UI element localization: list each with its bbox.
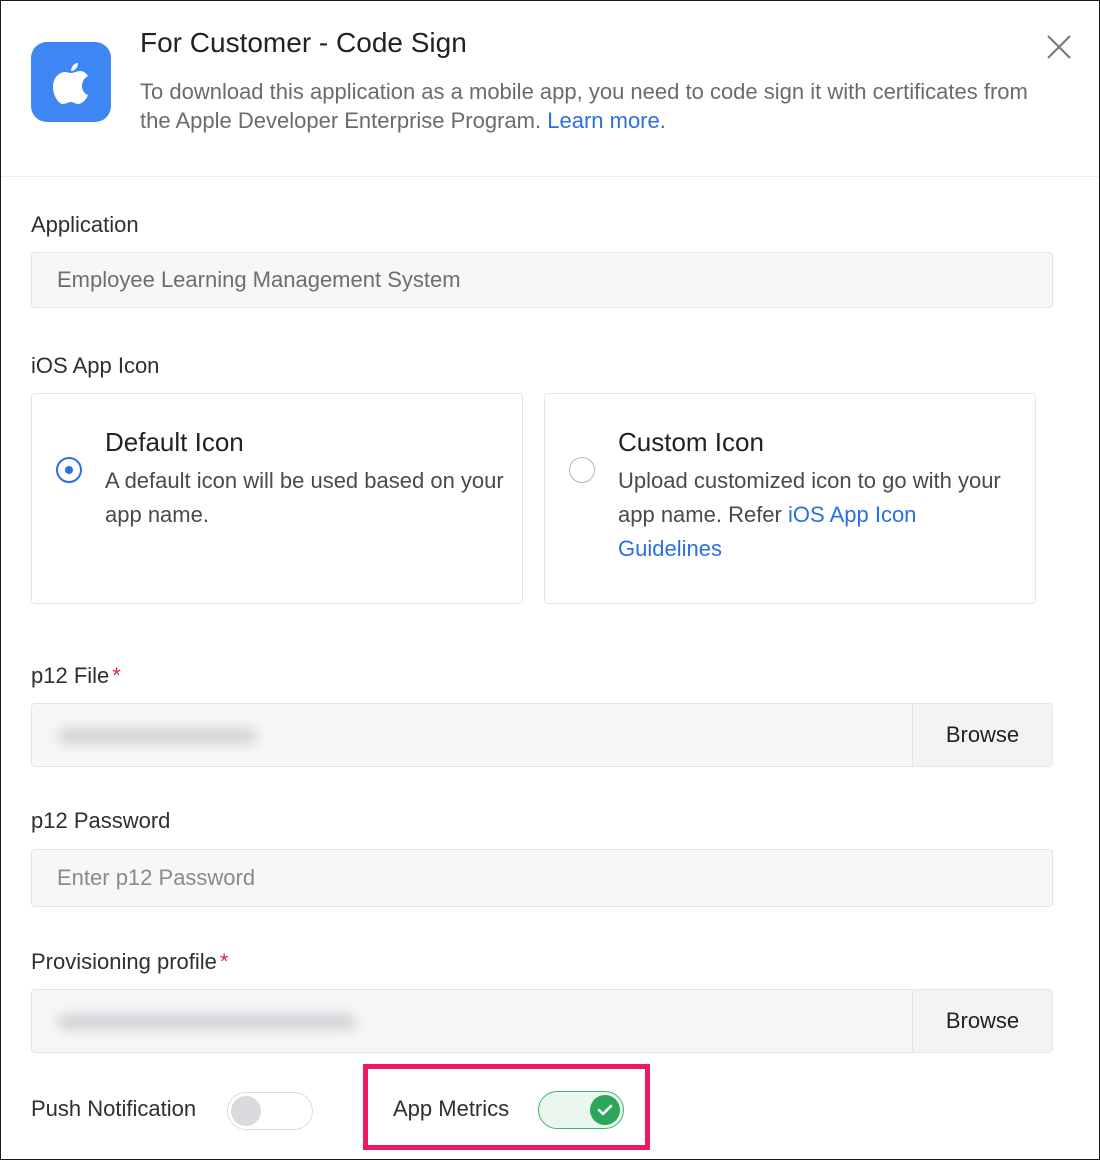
p12-file-label-text: p12 File bbox=[31, 663, 110, 688]
provisioning-profile-field[interactable]: Browse bbox=[31, 989, 1053, 1053]
provisioning-profile-label: Provisioning profile * bbox=[31, 949, 228, 975]
app-metrics-highlight-box bbox=[363, 1064, 650, 1150]
default-icon-description: A default icon will be used based on you… bbox=[105, 468, 504, 527]
application-field[interactable] bbox=[31, 252, 1053, 308]
toggle-knob bbox=[231, 1096, 261, 1126]
redacted-file-name bbox=[57, 728, 257, 744]
required-mark: * bbox=[219, 949, 229, 974]
push-notification-label: Push Notification bbox=[31, 1096, 197, 1121]
application-label: Application bbox=[31, 212, 139, 237]
code-sign-dialog: For Customer - Code Sign To download thi… bbox=[0, 0, 1100, 1160]
provisioning-profile-label-text: Provisioning profile bbox=[31, 949, 217, 974]
default-icon-option[interactable]: Default Icon A default icon will be used… bbox=[31, 393, 523, 604]
apple-logo-icon bbox=[31, 42, 111, 122]
p12-password-input[interactable] bbox=[32, 850, 1052, 906]
custom-icon-radio[interactable] bbox=[569, 457, 595, 483]
default-icon-radio[interactable] bbox=[56, 457, 82, 483]
default-icon-title: Default Icon bbox=[105, 427, 244, 457]
redacted-file-name bbox=[57, 1014, 357, 1030]
custom-icon-description: Upload customized icon to go with your a… bbox=[618, 464, 1018, 566]
learn-more-link[interactable]: Learn more. bbox=[547, 108, 666, 133]
application-input[interactable] bbox=[32, 253, 1052, 307]
required-mark: * bbox=[112, 663, 121, 688]
dialog-description: To download this application as a mobile… bbox=[140, 77, 1040, 135]
dialog-header: For Customer - Code Sign To download thi… bbox=[1, 1, 1099, 177]
p12-password-label: p12 Password bbox=[31, 808, 171, 833]
custom-icon-title: Custom Icon bbox=[618, 427, 764, 457]
provisioning-browse-button[interactable]: Browse bbox=[912, 990, 1052, 1052]
custom-icon-option[interactable]: Custom Icon Upload customized icon to go… bbox=[544, 393, 1036, 604]
p12-file-field[interactable]: Browse bbox=[31, 703, 1053, 767]
close-icon[interactable] bbox=[1043, 31, 1075, 63]
p12-password-field[interactable] bbox=[31, 849, 1053, 907]
p12-browse-button[interactable]: Browse bbox=[912, 704, 1052, 766]
ios-app-icon-label: iOS App Icon bbox=[31, 353, 160, 378]
dialog-title: For Customer - Code Sign bbox=[140, 27, 467, 58]
p12-file-label: p12 File * bbox=[31, 663, 121, 689]
push-notification-toggle[interactable] bbox=[227, 1092, 313, 1130]
